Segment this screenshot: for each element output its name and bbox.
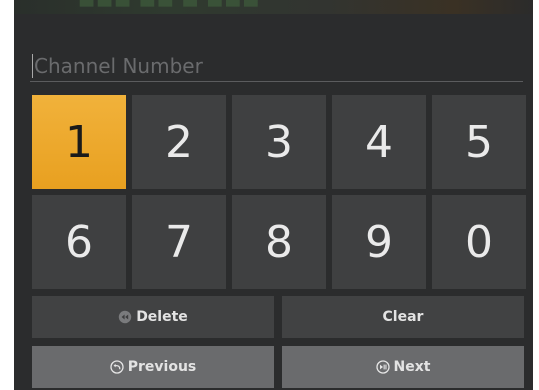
channel-number-field[interactable] [30, 50, 523, 82]
rewind-circle-icon [118, 310, 132, 324]
background-video-ghost: ▬▬▬ ▬▬ ▬ ▬▬▬ [78, 0, 261, 13]
previous-button[interactable]: Previous [32, 346, 274, 388]
clear-button[interactable]: Clear [282, 296, 524, 338]
key-6[interactable]: 6 [32, 195, 126, 289]
back-circle-icon [110, 360, 124, 374]
previous-label: Previous [127, 359, 197, 375]
key-4[interactable]: 4 [332, 95, 426, 189]
key-0[interactable]: 0 [432, 195, 526, 289]
key-5[interactable]: 5 [432, 95, 526, 189]
key-8[interactable]: 8 [232, 195, 326, 289]
key-2[interactable]: 2 [132, 95, 226, 189]
key-1[interactable]: 1 [32, 95, 126, 189]
key-3[interactable]: 3 [232, 95, 326, 189]
clear-label: Clear [382, 309, 424, 325]
key-7[interactable]: 7 [132, 195, 226, 289]
key-9[interactable]: 9 [332, 195, 426, 289]
background-video-strip: ▬▬▬ ▬▬ ▬ ▬▬▬ [14, 0, 533, 14]
channel-number-input[interactable] [30, 50, 523, 81]
delete-label: Delete [136, 309, 188, 325]
next-button[interactable]: Next [282, 346, 524, 388]
delete-button[interactable]: Delete [32, 296, 274, 338]
next-label: Next [393, 359, 431, 375]
play-pause-circle-icon [375, 360, 390, 374]
